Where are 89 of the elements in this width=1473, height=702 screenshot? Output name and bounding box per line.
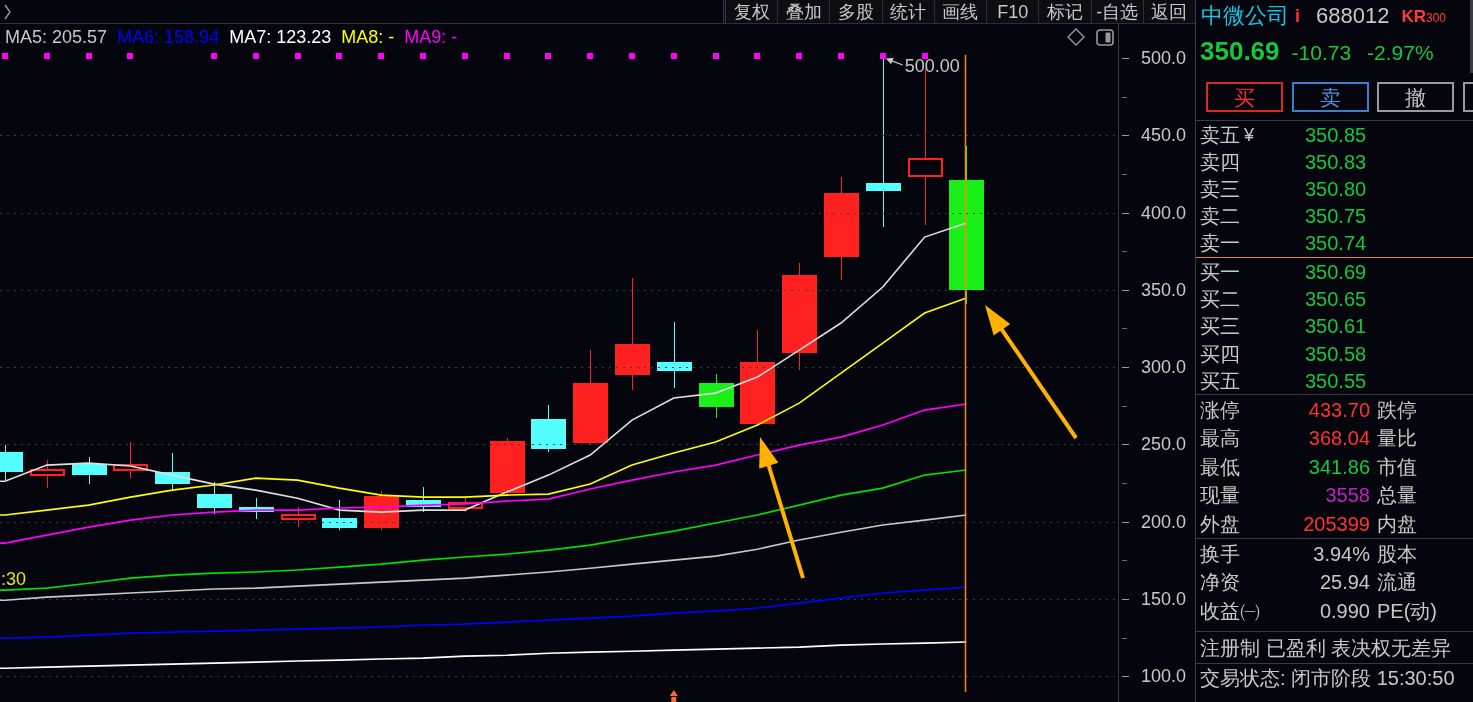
bid-price: 350.69 <box>1305 262 1367 283</box>
axis-label: 500.0 <box>1141 48 1187 68</box>
toolbar-button[interactable]: -自选 <box>1090 0 1143 23</box>
stat-value: 205399 <box>1302 514 1370 535</box>
stat-value: 0.990 <box>1318 600 1370 621</box>
last-price: 350.69 <box>1200 38 1280 64</box>
stock-code: 688012 <box>1316 5 1390 27</box>
stat-label: 最低 <box>1200 456 1240 477</box>
stat-label: 收益㈠ <box>1200 600 1260 621</box>
axis-label: 100.0 <box>1141 666 1187 687</box>
stat-label: 外盘 <box>1200 514 1240 535</box>
split-square-icon[interactable] <box>1096 28 1114 46</box>
bid-label: 买四 <box>1200 343 1240 364</box>
tags-text: 注册制 已盈利 表决权无差异 <box>1200 637 1452 658</box>
event-marker-icon[interactable] <box>669 690 678 702</box>
stat-label: 流通 <box>1377 572 1417 593</box>
edge-button[interactable] <box>1462 82 1473 112</box>
toolbar-button[interactable]: 统计 <box>881 0 934 23</box>
sell-button[interactable]: 卖 <box>1291 82 1369 112</box>
axis-label: 450.0 <box>1141 125 1187 146</box>
stat-label: 现量 <box>1200 485 1240 506</box>
price-change: -10.73 <box>1291 42 1352 63</box>
price-label: 500.00 <box>904 56 960 76</box>
stat-value: 341.86 <box>1307 456 1370 477</box>
stat-value: 25.94 <box>1318 572 1370 593</box>
chevron-right-icon[interactable] <box>4 3 11 20</box>
trading-status: 交易状态: 闭市阶段 15:30:50 <box>1200 667 1455 688</box>
bid-price: 350.55 <box>1305 370 1367 391</box>
info-mark[interactable]: i <box>1295 7 1300 25</box>
legend-item: MA5: 205.57 <box>5 28 108 46</box>
stat-label: PE(动) <box>1377 600 1437 621</box>
ask-price: 350.85 <box>1305 124 1367 145</box>
ask-price: 350.75 <box>1305 206 1367 227</box>
axis-label: 150.0 <box>1141 588 1187 609</box>
axis-label: 400.0 <box>1141 202 1187 223</box>
stat-label: 量比 <box>1377 428 1417 449</box>
percent-change: -2.97% <box>1367 42 1434 63</box>
stat-label: 净资 <box>1200 572 1240 593</box>
ask-price: 350.80 <box>1305 178 1367 199</box>
stat-value: 3558 <box>1324 485 1370 506</box>
legend-item: MA6: 158.94 <box>117 28 220 46</box>
bid-label: 买三 <box>1200 316 1240 337</box>
legend-item: MA7: 123.23 <box>229 28 332 46</box>
buy-button[interactable]: 买 <box>1206 82 1283 112</box>
ask-price: 350.83 <box>1305 151 1367 172</box>
toolbar-button[interactable]: 多股 <box>829 0 882 23</box>
leader-arrow <box>885 57 904 66</box>
edge-label: :30 <box>1 569 27 589</box>
stat-label: 跌停 <box>1377 399 1417 420</box>
bid-price: 350.58 <box>1305 343 1367 364</box>
stat-label: 内盘 <box>1377 514 1417 535</box>
axis-label: 200.0 <box>1141 511 1187 532</box>
stat-label: 市值 <box>1377 456 1417 477</box>
bid-label: 买五 <box>1200 370 1240 391</box>
scrollbar-thumb[interactable] <box>1470 0 1473 73</box>
ask-label: 卖二 <box>1200 206 1240 227</box>
ask-label: 卖三 <box>1200 178 1240 199</box>
stat-label: 换手 <box>1200 543 1240 564</box>
stat-label: 股本 <box>1377 543 1417 564</box>
bid-price: 350.61 <box>1305 316 1367 337</box>
bid-label: 买二 <box>1200 289 1240 310</box>
stat-value: 368.04 <box>1307 428 1370 449</box>
cancel-button[interactable]: 撤 <box>1377 82 1454 112</box>
stock-name: 中微公司 <box>1201 5 1289 27</box>
bid-label: 买一 <box>1200 262 1240 283</box>
ask-label: 卖四 <box>1200 151 1240 172</box>
ask-price: 350.74 <box>1305 233 1367 254</box>
stat-value: 433.70 <box>1307 399 1370 420</box>
toolbar-button[interactable]: 标记 <box>1038 0 1091 23</box>
stat-label: 总量 <box>1377 485 1417 506</box>
toolbar-button[interactable]: 叠加 <box>777 0 830 23</box>
ask-label: 卖一 <box>1200 233 1240 254</box>
bid-price: 350.65 <box>1305 289 1367 310</box>
toolbar-button[interactable]: F10 <box>986 0 1039 23</box>
legend-item: MA9: - <box>404 28 458 46</box>
legend-item: MA8: - <box>341 28 395 46</box>
toolbar-button[interactable]: 返回 <box>1142 0 1195 23</box>
stat-label: 最高 <box>1200 428 1240 449</box>
toolbar-button[interactable]: 复权 <box>726 0 778 23</box>
toolbar-button[interactable]: 画线 <box>933 0 987 23</box>
stat-label: 涨停 <box>1200 399 1240 420</box>
stat-value: 3.94% <box>1312 543 1370 564</box>
currency-symbol: ¥ <box>1244 125 1254 144</box>
ask-label: 卖五 <box>1200 124 1240 145</box>
axis-label: 300.0 <box>1141 357 1187 378</box>
axis-label: 350.0 <box>1141 279 1187 300</box>
diamond-icon[interactable] <box>1067 28 1085 46</box>
axis-label: 250.0 <box>1141 434 1187 455</box>
board-label: KR300 <box>1401 7 1447 25</box>
